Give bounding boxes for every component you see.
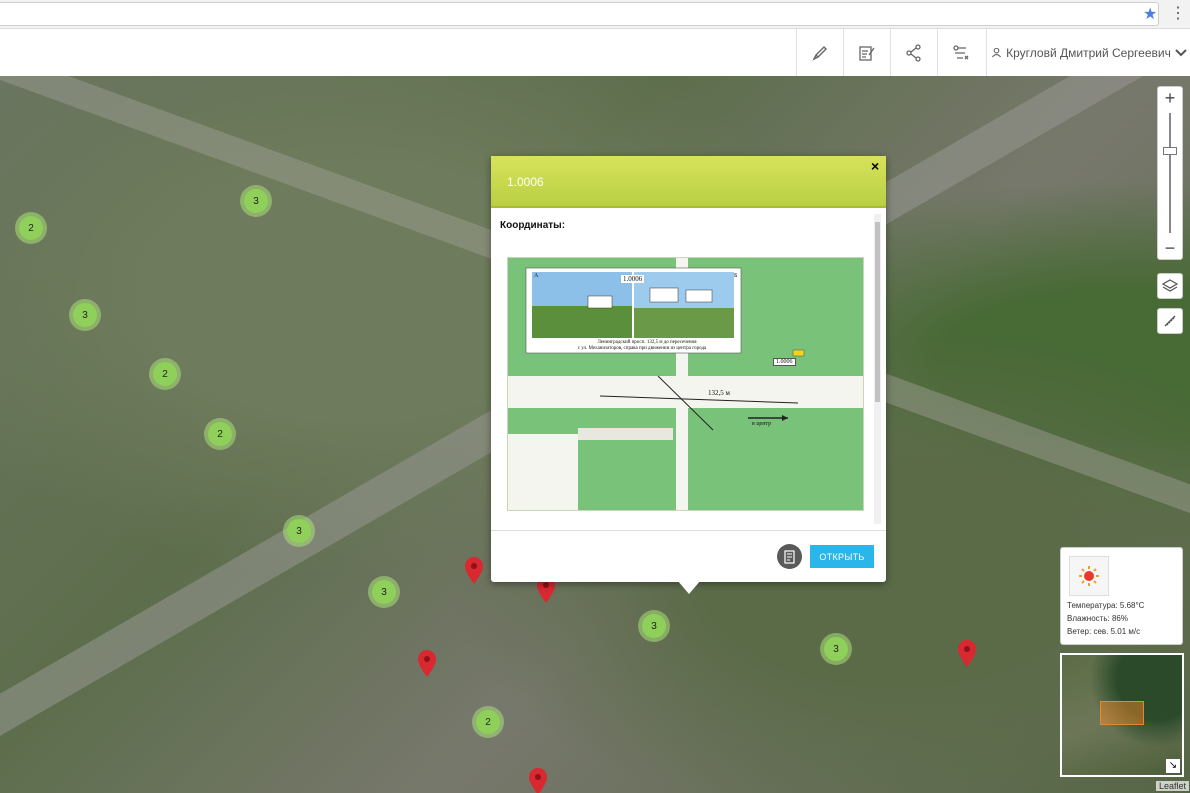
zoom-slider[interactable] (1158, 109, 1182, 237)
minimap-toggle-button[interactable]: ↘ (1166, 759, 1180, 773)
cluster-marker[interactable]: 3 (638, 610, 670, 642)
popup-tip (677, 580, 701, 594)
image-caption-line1: Ленинградский просп. 132,5 м до пересече… (597, 340, 697, 345)
cluster-marker[interactable]: 3 (283, 515, 315, 547)
popup-close-button[interactable]: × (871, 158, 879, 174)
cluster-marker[interactable]: 2 (149, 358, 181, 390)
ruler-button[interactable] (1157, 308, 1183, 334)
route-icon (953, 44, 969, 59)
bookmark-star-icon[interactable]: ★ (1143, 4, 1157, 24)
weather-widget: Температура: 5.68°С Влажность: 86% Ветер… (1060, 547, 1183, 645)
pencil-button[interactable] (796, 29, 843, 76)
image-sign-id: 1.0006 (621, 275, 645, 283)
zoom-control: + − (1157, 86, 1183, 260)
cluster-marker[interactable]: 3 (368, 576, 400, 608)
edit-note-icon (859, 45, 875, 61)
image-marker-label: 1.0006 (773, 358, 796, 366)
document-button[interactable] (777, 544, 802, 569)
popup-scrollbar-thumb[interactable] (875, 222, 880, 402)
image-panel-a: А (534, 273, 539, 279)
url-field[interactable] (0, 2, 1159, 26)
popup-scrollbar[interactable] (874, 214, 881, 524)
popup-title: 1.0006 (507, 175, 544, 189)
share-icon (906, 43, 921, 62)
pencil-icon (812, 45, 827, 61)
ruler-icon (1164, 315, 1176, 327)
zoom-slider-knob[interactable] (1163, 147, 1177, 155)
temperature-text: Температура: 5.68°С (1067, 601, 1145, 610)
cluster-marker[interactable]: 2 (204, 418, 236, 450)
zoom-out-button[interactable]: − (1158, 237, 1182, 259)
popup-header: 1.0006 (491, 156, 886, 208)
minimap[interactable]: ↘ (1060, 653, 1184, 777)
browser-address-bar: ★ ⋮ (0, 0, 1190, 29)
layers-icon (1162, 279, 1178, 292)
app-toolbar: Кругловй Дмитрий Сергеевич (0, 29, 1190, 77)
map-pin-icon[interactable] (957, 640, 977, 668)
cluster-marker[interactable]: 3 (69, 299, 101, 331)
user-menu[interactable]: Кругловй Дмитрий Сергеевич (986, 29, 1190, 76)
cluster-marker[interactable]: 3 (240, 185, 272, 217)
image-distance: 132,5 м (708, 389, 730, 397)
wind-text: Ветер: сев. 5.01 м/с (1067, 627, 1141, 636)
browser-menu-icon[interactable]: ⋮ (1170, 3, 1186, 23)
marker-popup: 1.0006 × Координаты: А Б 1.0006 Ленингра… (491, 156, 886, 594)
sign-location-plan-image: А Б 1.0006 Ленинградский просп. 132,5 м … (507, 257, 864, 511)
map-attribution[interactable]: Leaflet (1156, 781, 1190, 791)
zoom-in-button[interactable]: + (1158, 87, 1182, 109)
map-pin-icon[interactable] (417, 650, 437, 678)
humidity-text: Влажность: 86% (1067, 614, 1128, 623)
image-panel-b: Б (734, 273, 738, 279)
image-caption-line2: с ул. Механизаторов, справа при движении… (577, 346, 707, 351)
coordinates-label: Координаты: (500, 220, 566, 231)
layers-button[interactable] (1157, 273, 1183, 299)
map-pin-icon[interactable] (528, 768, 548, 793)
cluster-marker[interactable]: 3 (820, 633, 852, 665)
cluster-marker[interactable]: 2 (15, 212, 47, 244)
sun-icon (1069, 556, 1109, 596)
open-button[interactable]: ОТКРЫТЬ (810, 545, 874, 568)
edit-note-button[interactable] (843, 29, 890, 76)
chevron-down-icon (1175, 48, 1187, 56)
user-icon (992, 47, 1002, 58)
document-icon (783, 549, 795, 564)
image-direction: в центр (752, 421, 772, 427)
share-button[interactable] (890, 29, 937, 76)
user-name: Кругловй Дмитрий Сергеевич (1006, 45, 1171, 60)
minimap-viewport[interactable] (1100, 701, 1144, 725)
map-pin-icon[interactable] (464, 557, 484, 585)
route-button[interactable] (937, 29, 984, 76)
cluster-marker[interactable]: 2 (472, 706, 504, 738)
